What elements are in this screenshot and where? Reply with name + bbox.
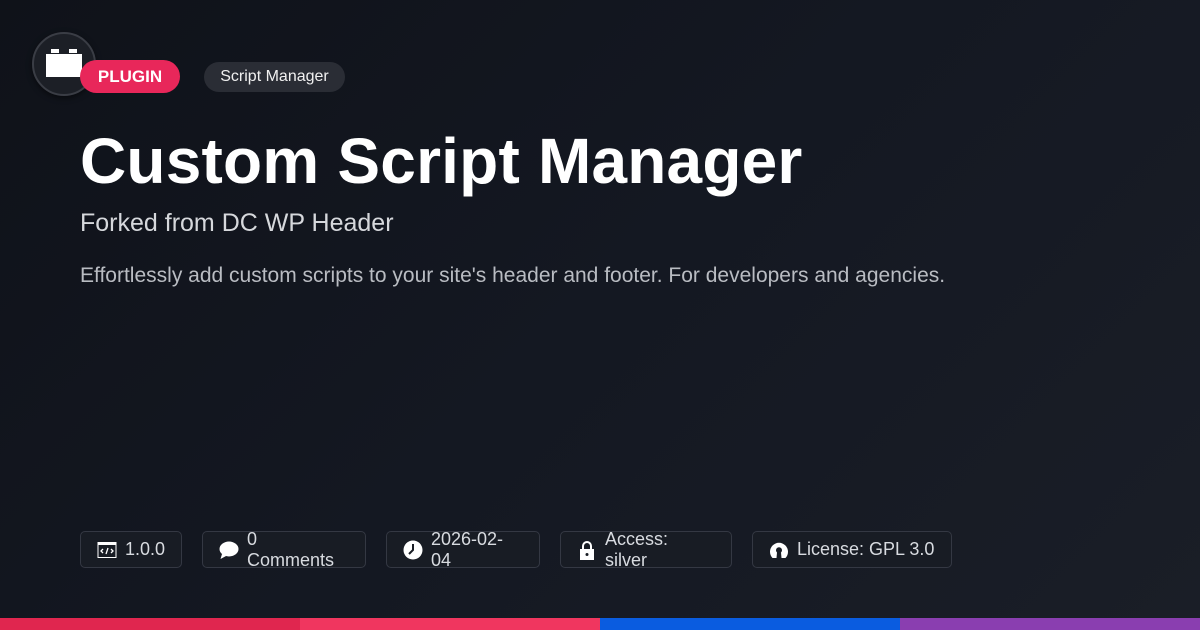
plugin-block-icon [46, 49, 82, 77]
lock-icon [577, 540, 597, 560]
page-description: Effortlessly add custom scripts to your … [80, 264, 946, 287]
version-text: 1.0.0 [125, 539, 166, 559]
clock-icon [403, 540, 423, 560]
page-subtitle: Forked from DC WP Header [80, 209, 394, 237]
accent-bar-segment-1 [0, 618, 300, 630]
date-chip: 2026-02-04 [386, 528, 540, 570]
accent-bar-segment-2 [300, 618, 600, 630]
comment-bubble-icon [219, 540, 239, 560]
license-text: License: GPL 3.0 [797, 539, 935, 559]
version-chip: 1.0.0 [80, 531, 182, 568]
accent-bar-segment-4 [900, 618, 1200, 630]
access-text: Access: silver [605, 528, 669, 570]
comments-text: 0 Comments [247, 528, 335, 570]
plugin-type-badge: PLUGIN [80, 60, 180, 93]
open-source-icon [769, 540, 789, 560]
page-title: Custom Script Manager [80, 125, 803, 197]
accent-bar-segment-3 [600, 618, 900, 630]
date-text: 2026-02-04 [431, 528, 504, 570]
code-icon [97, 540, 117, 560]
category-badge[interactable]: Script Manager [204, 62, 345, 92]
comments-chip[interactable]: 0 Comments [202, 528, 366, 570]
access-chip: Access: silver [560, 528, 732, 570]
license-chip: License: GPL 3.0 [752, 531, 952, 568]
